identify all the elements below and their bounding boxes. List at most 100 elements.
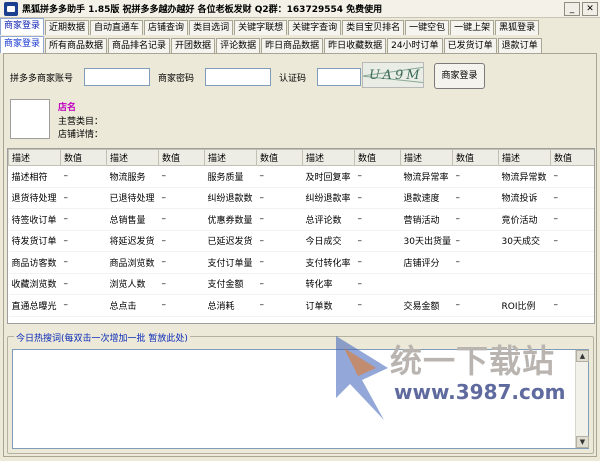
table-row[interactable]: 商品访客数 – 商品浏览数 – 支付订单量 – 支付转化率 – 店铺评分 – bbox=[8, 251, 594, 274]
subtab-refund-orders[interactable]: 退款订单 bbox=[497, 38, 542, 53]
metric-value-cell: – bbox=[452, 294, 499, 317]
metric-label-cell: 订单数 bbox=[302, 294, 355, 317]
table-row[interactable]: 描述相符 – 物流服务 – 服务质量 – 及时回复率 – 物流异常率 – 物流异常数 – bbox=[8, 165, 594, 188]
metric-label-cell: 浏览人数 bbox=[106, 273, 159, 295]
subtab-review-data[interactable]: 评论数据 bbox=[216, 38, 261, 53]
password-label: 商家密码 bbox=[158, 73, 195, 84]
captcha-image-text: UA9M bbox=[369, 68, 423, 83]
metric-label-cell: 待发货订单 bbox=[8, 230, 61, 252]
metric-label-cell: 优惠券数量 bbox=[204, 208, 257, 231]
window-title: 黑狐拼多多助手 1.85版 祝拼多多越办越好 各位老板发财 Q2群：163729… bbox=[22, 5, 383, 15]
column-header[interactable]: 数值 bbox=[354, 149, 401, 166]
tab-one-click-listing[interactable]: 一键上架 bbox=[450, 20, 495, 35]
column-header[interactable]: 数值 bbox=[452, 149, 499, 166]
metric-value-cell: – bbox=[452, 187, 499, 209]
metric-label-cell: 支付订单量 bbox=[204, 251, 257, 274]
column-header[interactable]: 描述 bbox=[204, 149, 257, 166]
subtab-product-ranking[interactable]: 商品排名记录 bbox=[108, 38, 171, 53]
column-header[interactable]: 数值 bbox=[256, 149, 303, 166]
account-label: 拼多多商家账号 bbox=[10, 73, 74, 84]
table-row[interactable]: 直通总曝光 – 总点击 – 总消耗 – 订单数 – 交易金额 – ROI比例 – bbox=[8, 294, 594, 317]
hot-words-legend: 今日热搜词(每双击一次增加一批 暂放此处) bbox=[14, 331, 190, 344]
metric-label-cell: ROI比例 bbox=[498, 294, 551, 317]
captcha-image[interactable]: UA9M bbox=[362, 62, 424, 88]
metric-label-cell: 支付金额 bbox=[204, 273, 257, 295]
metric-label-cell: 总点击 bbox=[106, 294, 159, 317]
subtab-group-data[interactable]: 开团数据 bbox=[171, 38, 216, 53]
subtab-yesterday-products[interactable]: 昨日商品数据 bbox=[261, 38, 324, 53]
login-row: 拼多多商家账号 商家密码 认证码 bbox=[10, 67, 362, 87]
metric-value-cell: – bbox=[60, 273, 107, 295]
metric-label-cell: 描述相符 bbox=[8, 165, 61, 188]
vertical-scrollbar[interactable]: ▲ ▼ bbox=[575, 350, 589, 448]
stats-header-row: 描述 数值 描述 数值 描述 数值 描述 数值 描述 数值 描述 数值 bbox=[8, 149, 594, 166]
column-header[interactable]: 描述 bbox=[106, 149, 159, 166]
metric-value-cell: – bbox=[60, 251, 107, 274]
tab-auto-express[interactable]: 自动直通车 bbox=[90, 20, 144, 35]
subtab-24h-orders[interactable]: 24小时订单 bbox=[387, 38, 443, 53]
metric-label-cell: 店铺评分 bbox=[400, 251, 453, 274]
password-input[interactable] bbox=[205, 68, 272, 86]
window-controls: _ ✕ bbox=[564, 2, 598, 16]
shop-logo bbox=[10, 99, 50, 139]
column-header[interactable]: 数值 bbox=[60, 149, 107, 166]
merchant-login-button[interactable]: 商家登录 bbox=[434, 63, 485, 89]
metric-label-cell: 商品访客数 bbox=[8, 251, 61, 274]
tab-merchant-login[interactable]: 商家登录 bbox=[0, 18, 45, 35]
metric-label-cell: 退货待处理 bbox=[8, 187, 61, 209]
column-header[interactable]: 描述 bbox=[400, 149, 453, 166]
metric-value-cell: – bbox=[256, 230, 303, 252]
metric-label-cell: 营销活动 bbox=[400, 208, 453, 231]
close-button[interactable]: ✕ bbox=[582, 2, 598, 16]
metric-value-cell: – bbox=[354, 294, 401, 317]
stats-grid[interactable]: 描述 数值 描述 数值 描述 数值 描述 数值 描述 数值 描述 数值 描述相符… bbox=[7, 148, 595, 324]
metric-label-cell: 30天成交 bbox=[498, 230, 551, 252]
table-row[interactable]: 收藏浏览数 – 浏览人数 – 支付金额 – 转化率 – bbox=[8, 273, 594, 295]
tab-empty-package[interactable]: 一键空包 bbox=[405, 20, 450, 35]
tab-heihu-login[interactable]: 黑狐登录 bbox=[495, 20, 540, 35]
tab-category-ranking[interactable]: 类目宝贝排名 bbox=[342, 20, 405, 35]
scroll-down-icon[interactable]: ▼ bbox=[576, 436, 589, 448]
hot-words-group: 今日热搜词(每双击一次增加一批 暂放此处) ▲ ▼ bbox=[7, 331, 594, 454]
scroll-up-icon[interactable]: ▲ bbox=[576, 350, 589, 362]
column-header[interactable]: 描述 bbox=[302, 149, 355, 166]
column-header[interactable]: 描述 bbox=[498, 149, 551, 166]
subtab-all-products[interactable]: 所有商品数据 bbox=[45, 38, 108, 53]
account-input[interactable] bbox=[84, 68, 151, 86]
column-header[interactable]: 数值 bbox=[550, 149, 594, 166]
metric-label-cell: 将延迟发货 bbox=[106, 230, 159, 252]
metric-value-cell: – bbox=[60, 187, 107, 209]
metric-label-cell: 物流投诉 bbox=[498, 187, 551, 209]
metric-value-cell: – bbox=[550, 187, 594, 209]
metric-label-cell: 支付转化率 bbox=[302, 251, 355, 274]
table-row[interactable]: 待签收订单 – 总销售量 – 优惠券数量 – 总评论数 – 营销活动 – 竞价活动 – bbox=[8, 208, 594, 231]
captcha-input[interactable] bbox=[317, 68, 362, 86]
captcha-label: 认证码 bbox=[279, 73, 307, 84]
tab-shop-query[interactable]: 店铺查询 bbox=[144, 20, 189, 35]
tab-keyword-query[interactable]: 关键字查询 bbox=[288, 20, 342, 35]
hot-words-textarea[interactable]: ▲ ▼ bbox=[12, 349, 589, 449]
subtab-shipped-orders[interactable]: 已发货订单 bbox=[443, 38, 497, 53]
tab-category-words[interactable]: 类目选词 bbox=[189, 20, 234, 35]
column-header[interactable]: 数值 bbox=[158, 149, 205, 166]
metric-value-cell: – bbox=[256, 294, 303, 317]
tab-recent-data[interactable]: 近期数据 bbox=[45, 20, 90, 35]
metric-value-cell: – bbox=[354, 187, 401, 209]
metric-label-cell: 物流服务 bbox=[106, 165, 159, 188]
subtab-yesterday-favorites[interactable]: 昨日收藏数据 bbox=[324, 38, 387, 53]
metric-label-cell: 已退待处理 bbox=[106, 187, 159, 209]
metric-value-cell: – bbox=[60, 208, 107, 231]
metric-label-cell: 商品浏览数 bbox=[106, 251, 159, 274]
minimize-button[interactable]: _ bbox=[564, 2, 580, 16]
table-row[interactable]: 待发货订单 – 将延迟发货 – 已延迟发货 – 今日成交 –30天出货量 –30天成交 – bbox=[8, 230, 594, 252]
table-row[interactable]: 退货待处理 – 已退待处理 – 纠纷退款数 – 纠纷退款率 – 退款速度 – 物流投诉 – bbox=[8, 187, 594, 209]
metric-label-cell: 待签收订单 bbox=[8, 208, 61, 231]
tab-keyword-suggest[interactable]: 关键字联想 bbox=[234, 20, 288, 35]
column-header[interactable]: 描述 bbox=[8, 149, 61, 166]
app-icon bbox=[4, 1, 18, 16]
metric-value-cell: – bbox=[158, 187, 205, 209]
metric-label-cell: 总评论数 bbox=[302, 208, 355, 231]
subtab-merchant-login[interactable]: 商家登录 bbox=[0, 36, 45, 53]
sub-tab-strip: 商家登录 所有商品数据 商品排名记录 开团数据 评论数据 昨日商品数据 昨日收藏… bbox=[0, 36, 543, 53]
metric-label-cell: 物流异常率 bbox=[400, 165, 453, 188]
